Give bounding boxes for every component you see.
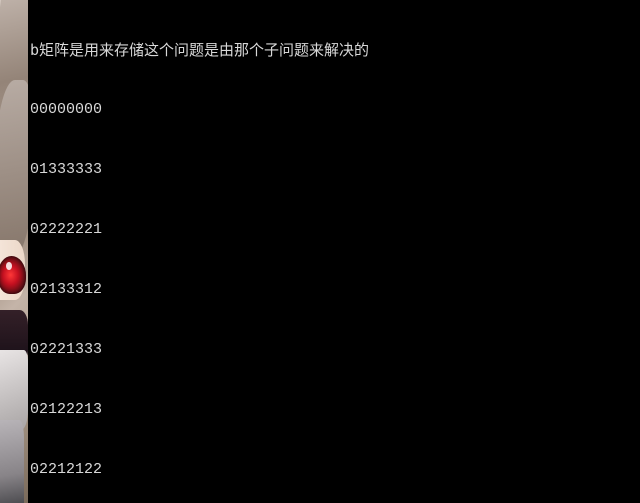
b-matrix-row: 02133312 xyxy=(30,280,638,300)
b-matrix-row: 02212122 xyxy=(30,460,638,480)
b-matrix-row: 00000000 xyxy=(30,100,638,120)
b-matrix-row: 02221333 xyxy=(30,340,638,360)
desktop-wallpaper-anime xyxy=(0,0,30,503)
b-matrix-header: b矩阵是用来存储这个问题是由那个子问题来解决的 xyxy=(30,40,638,60)
b-matrix-row: 01333333 xyxy=(30,160,638,180)
console-window[interactable]: b矩阵是用来存储这个问题是由那个子问题来解决的 00000000 0133333… xyxy=(28,0,640,503)
b-matrix-row: 02222221 xyxy=(30,220,638,240)
b-matrix-row: 02122213 xyxy=(30,400,638,420)
